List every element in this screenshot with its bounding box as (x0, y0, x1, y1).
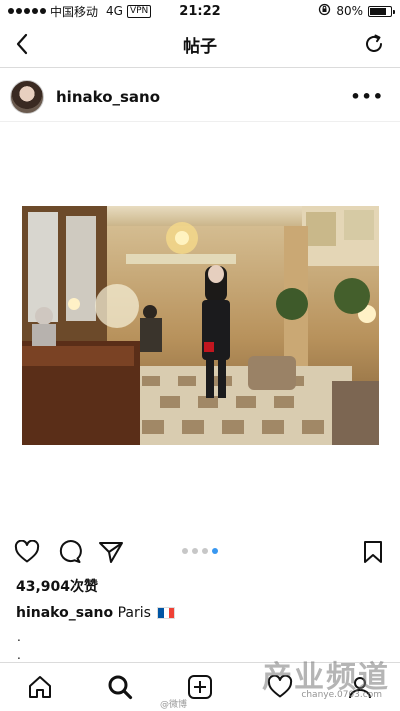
post-header: hinako_sano ••• (0, 72, 400, 122)
home-icon (29, 676, 51, 698)
page-title: 帖子 (183, 37, 217, 57)
caption-username[interactable]: hinako_sano (16, 605, 113, 621)
share-button[interactable] (96, 537, 126, 567)
site-watermark: 产业频道 chanye.0703.com (262, 652, 390, 700)
signal-strength-icon (8, 8, 46, 14)
save-button[interactable] (360, 538, 386, 566)
send-icon (99, 542, 123, 563)
rotation-lock-icon (318, 3, 331, 19)
caption-line: . (17, 648, 21, 662)
carousel-dot (212, 548, 218, 554)
refresh-icon (366, 34, 382, 52)
comment-button[interactable] (54, 537, 84, 567)
post-photo (22, 206, 379, 445)
post-caption: hinako_sano Paris (16, 605, 176, 621)
vpn-badge: VPN (126, 4, 152, 18)
carousel-dot (192, 548, 198, 554)
post-username[interactable]: hinako_sano (56, 88, 160, 106)
weibo-watermark: @微博 (160, 700, 188, 710)
back-button[interactable] (8, 30, 36, 58)
carousel-dot (202, 548, 208, 554)
tab-search[interactable] (80, 663, 160, 711)
battery-icon (368, 5, 395, 17)
network-type: 4G (106, 4, 123, 18)
post-actions (0, 536, 400, 568)
bookmark-icon (364, 541, 382, 563)
comment-icon (59, 540, 82, 563)
carousel-indicator (182, 548, 218, 554)
avatar[interactable] (10, 79, 44, 114)
refresh-button[interactable] (360, 30, 388, 58)
search-icon (108, 675, 133, 700)
carrier-label: 中国移动 (50, 4, 99, 19)
carousel-dot (182, 548, 188, 554)
post-media[interactable] (0, 124, 400, 528)
caption-text: Paris (117, 605, 151, 621)
chevron-left-icon (16, 33, 28, 55)
status-bar: 中国移动 4G VPN 21:22 80% (0, 0, 400, 22)
add-icon (188, 675, 212, 699)
navigation-header: 帖子 (0, 22, 400, 68)
battery-percent: 80% (336, 4, 363, 18)
more-options-button[interactable]: ••• (344, 83, 390, 110)
heart-icon (14, 540, 40, 563)
like-count[interactable]: 43,904次赞 (16, 576, 98, 596)
like-button[interactable] (12, 537, 42, 567)
watermark-url: chanye.0703.com (301, 690, 382, 700)
caption-line: . (17, 630, 21, 644)
tab-home[interactable] (0, 663, 80, 711)
french-flag-icon (157, 607, 176, 619)
